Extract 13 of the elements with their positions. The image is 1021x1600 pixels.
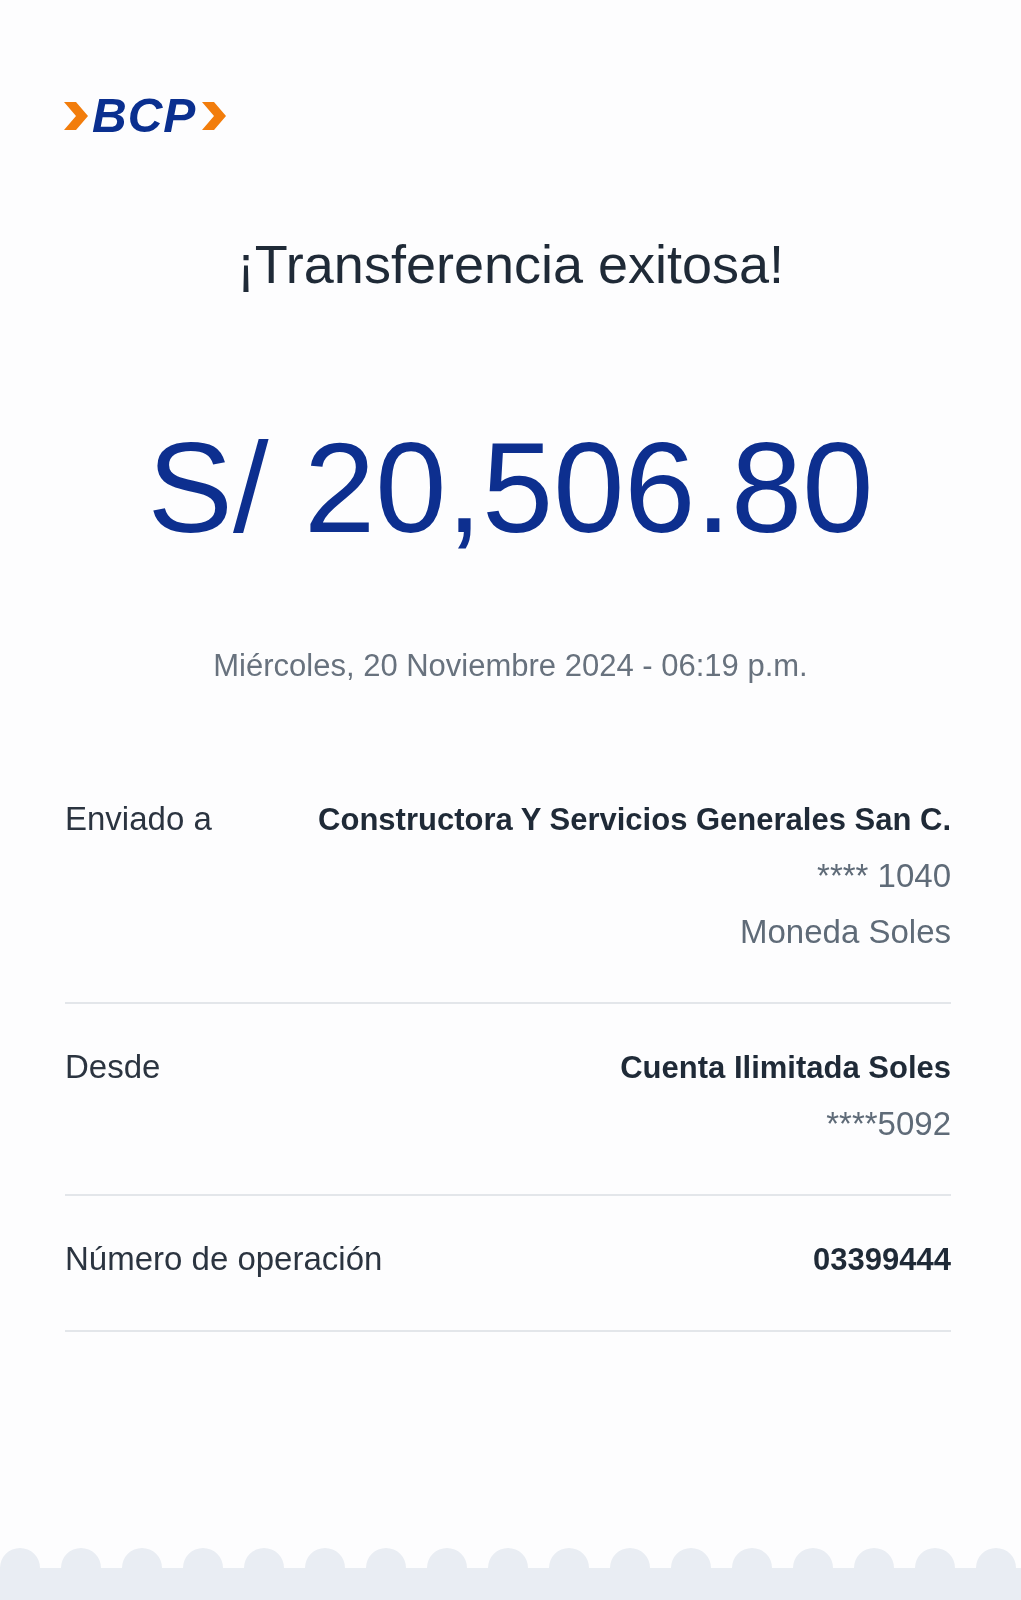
detail-value: 03399444 (813, 1242, 951, 1278)
detail-value: Constructora Y Servicios Generales San C. (318, 802, 951, 838)
detail-label: Desde (65, 1048, 161, 1086)
detail-subtext: **** 1040 (816, 858, 951, 894)
transfer-datetime: Miércoles, 20 Noviembre 2024 - 06:19 p.m. (212, 648, 809, 684)
success-title: ¡Transferencia exitosa! (235, 233, 786, 295)
bank-logo: BCP (92, 88, 197, 143)
detail-subtext: ****5092 (825, 1106, 951, 1142)
transfer-amount: S/ 20,506.80 (146, 423, 875, 553)
detail-value: Cuenta Ilimitada Soles (620, 1050, 951, 1086)
detail-subtext: Moneda Soles (739, 914, 951, 950)
detail-label: Número de operación (65, 1240, 383, 1278)
detail-label: Enviado a (65, 800, 212, 838)
